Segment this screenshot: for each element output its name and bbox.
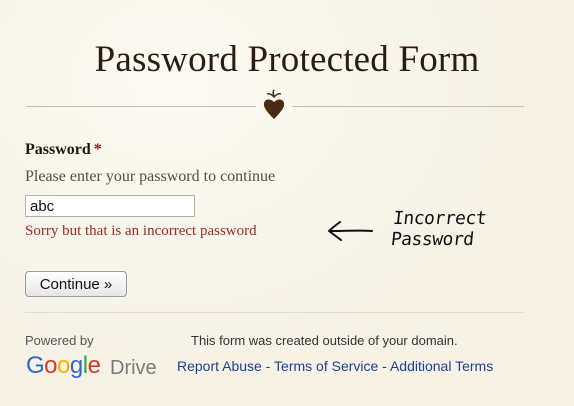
required-marker: * <box>93 141 102 158</box>
password-input[interactable] <box>25 195 195 217</box>
incorrect-password-annotation: Incorrect Password <box>389 208 488 250</box>
google-logo[interactable]: Google <box>26 352 101 380</box>
password-help-text: Please enter your password to continue <box>25 168 276 185</box>
continue-button[interactable]: Continue » <box>25 271 127 297</box>
logo-letter: G <box>26 352 45 379</box>
hand-drawn-left-arrow-icon <box>328 221 373 241</box>
heart-ornament-icon <box>263 89 285 119</box>
report-abuse-link[interactable]: Report Abuse <box>177 358 262 374</box>
footer-links: Report Abuse - Terms of Service - Additi… <box>177 358 493 374</box>
logo-letter: o <box>44 352 58 379</box>
terms-of-service-link[interactable]: Terms of Service <box>274 358 378 374</box>
password-label-text: Password <box>25 141 91 158</box>
link-separator: - <box>261 358 275 374</box>
title-divider-left <box>26 106 256 107</box>
drive-logo-text: Drive <box>110 357 157 379</box>
page-title: Password Protected Form <box>94 39 480 80</box>
title-divider-right <box>292 106 524 107</box>
powered-by-text: Powered by <box>25 333 94 348</box>
form-page: Password Protected Form Password * Please… <box>0 0 574 406</box>
link-separator: - <box>378 358 390 374</box>
password-label: Password * <box>25 141 102 159</box>
logo-letter: g <box>69 352 83 379</box>
additional-terms-link[interactable]: Additional Terms <box>390 358 493 374</box>
logo-letter: e <box>87 352 101 379</box>
footer-divider <box>25 312 524 313</box>
error-message: Sorry but that is an incorrect password <box>25 223 257 239</box>
domain-note: This form was created outside of your do… <box>191 333 458 348</box>
logo-letter: o <box>57 352 70 379</box>
